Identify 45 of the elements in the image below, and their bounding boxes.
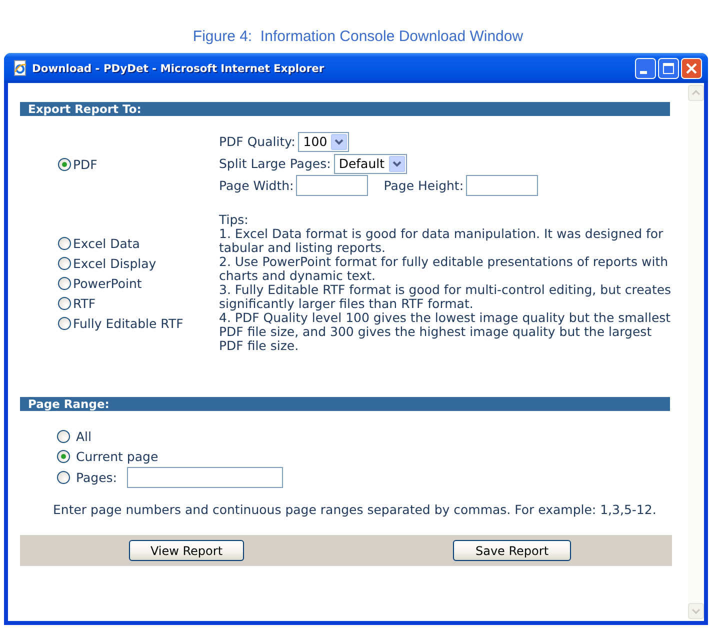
option-label[interactable]: PowerPoint bbox=[73, 276, 142, 290]
option-label[interactable]: Pages: bbox=[76, 470, 117, 485]
input-field[interactable] bbox=[127, 467, 283, 488]
tip-text: 3. Fully Editable RTF format is good for multi-control editing, but creates significantly larger files than RTF format. bbox=[219, 283, 672, 311]
option-label[interactable]: RTF bbox=[73, 296, 96, 310]
field-label: Page Width: bbox=[219, 178, 294, 193]
tip-text: 1. Excel Data format is good for data manipulation. It was designed for tabular and listing reports. bbox=[219, 227, 664, 255]
radio-button[interactable] bbox=[58, 276, 71, 290]
maximize-icon[interactable] bbox=[658, 58, 679, 78]
option-label[interactable]: All bbox=[76, 428, 92, 444]
tip-text: 2. Use PowerPoint format for fully editable presentations of reports with charts and dynamic text. bbox=[219, 255, 670, 283]
field-label: PDF Quality: bbox=[219, 134, 296, 149]
dialog-button[interactable]: View Report bbox=[129, 540, 244, 561]
field-label: Page Height: bbox=[384, 178, 464, 193]
option-label[interactable]: Excel Data bbox=[73, 236, 140, 250]
window-title: Download - PDyDet - Microsoft Internet Explorer bbox=[32, 62, 326, 74]
tips-heading: Tips: bbox=[219, 213, 250, 227]
radio-button[interactable] bbox=[57, 450, 70, 462]
figure-caption: Figure 4: Information Console Download Window bbox=[192, 28, 524, 45]
minimize-icon[interactable] bbox=[635, 58, 656, 78]
input-field[interactable] bbox=[296, 175, 368, 196]
dialog-button[interactable]: Save Report bbox=[453, 540, 571, 561]
radio-button[interactable] bbox=[58, 256, 71, 270]
field-label: Split Large Pages: bbox=[219, 156, 331, 171]
option-label[interactable]: Excel Display bbox=[73, 256, 156, 270]
radio-button[interactable] bbox=[57, 471, 70, 484]
dropdown[interactable]: Default bbox=[334, 154, 407, 174]
option-label[interactable]: Current page bbox=[76, 448, 158, 464]
radio-button[interactable] bbox=[57, 430, 70, 442]
section-header: Page Range: bbox=[20, 397, 670, 411]
chevron-down-icon[interactable] bbox=[388, 156, 405, 172]
close-icon[interactable] bbox=[681, 58, 702, 78]
dropdown[interactable]: 100 bbox=[298, 132, 350, 152]
help-text: Enter page numbers and continuous page ranges separated by commas. For example: 1,3,5-12. bbox=[53, 502, 656, 517]
radio-button[interactable] bbox=[58, 296, 71, 310]
radio-button[interactable] bbox=[58, 158, 71, 170]
radio-button[interactable] bbox=[58, 236, 71, 250]
chevron-down-icon[interactable] bbox=[331, 134, 348, 150]
section-header: Export Report To: bbox=[20, 102, 670, 116]
tip-text: 4. PDF Quality level 100 gives the lowest image quality but the smallest PDF file size, and 300 gives the highest image quality but the largest PDF file size. bbox=[219, 311, 672, 353]
input-field[interactable] bbox=[466, 175, 538, 196]
document-icon bbox=[12, 60, 28, 76]
option-label[interactable]: PDF bbox=[73, 156, 98, 172]
radio-button[interactable] bbox=[58, 316, 71, 330]
option-label[interactable]: Fully Editable RTF bbox=[73, 316, 184, 330]
